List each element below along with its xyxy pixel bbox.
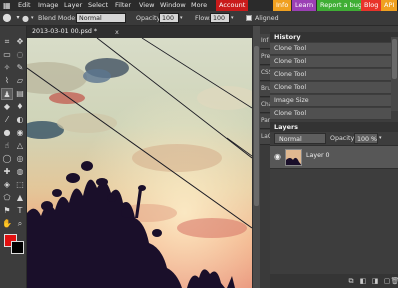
canvas-photo	[27, 38, 252, 288]
blend-mode-select[interactable]: Normal	[76, 13, 126, 23]
history-panel-title: History	[270, 32, 398, 42]
eye-icon[interactable]: ◉	[274, 152, 281, 161]
flow-dropdown-icon[interactable]: ▾	[231, 14, 234, 23]
chevron-down-icon[interactable]: ▾	[31, 14, 34, 23]
trash-icon[interactable]: 🗑	[390, 276, 398, 286]
dodge-icon[interactable]: ●	[1, 127, 13, 139]
menu-more[interactable]: More	[191, 0, 207, 11]
link-layers-icon[interactable]: ⧉	[346, 276, 356, 286]
drawing-icon[interactable]: ⬠	[1, 192, 13, 204]
aligned-label: Aligned	[255, 15, 279, 22]
pixlr-logo-icon[interactable]: ▦	[3, 0, 11, 11]
spot-heal-icon[interactable]: ✚	[1, 166, 13, 178]
opacity-input[interactable]: 100 %	[159, 13, 179, 32]
mask-icon[interactable]: ◨	[370, 276, 380, 286]
canvas-scrollbar[interactable]	[252, 26, 260, 288]
opacity-dropdown-icon[interactable]: ▾	[180, 14, 183, 23]
history-item[interactable]: Image Size	[270, 95, 391, 107]
eraser-icon[interactable]: ▱	[14, 75, 26, 87]
flow-input[interactable]: 100 %	[210, 13, 230, 32]
document-title: 2013-03-01 00.psd *	[32, 28, 98, 35]
blog-link[interactable]: Blog	[361, 0, 382, 11]
menu-select[interactable]: Select	[88, 0, 108, 11]
secondary-color-swatch[interactable]	[11, 241, 24, 254]
menu-window[interactable]: Window	[160, 0, 186, 11]
brush-size-icon[interactable]: ●	[22, 14, 29, 23]
gradient-icon[interactable]: ▤	[14, 88, 26, 100]
burn-icon[interactable]: ◉	[14, 127, 26, 139]
brush-icon[interactable]: ⌇	[1, 75, 13, 87]
bloat-icon[interactable]: ◍	[14, 166, 26, 178]
layer-thumbnail	[285, 149, 302, 166]
shape-icon[interactable]: ▲	[14, 192, 26, 204]
blur-icon[interactable]: ◯	[1, 153, 13, 165]
layer-style-icon[interactable]: ◧	[358, 276, 368, 286]
lasso-icon[interactable]: ◌	[14, 49, 26, 61]
clone-stamp-icon[interactable]: ⬤	[2, 13, 12, 23]
layer-opacity-dropdown-icon[interactable]: ▾	[379, 133, 382, 144]
history-item[interactable]: Clone Tool	[270, 56, 391, 68]
eyedropper-icon[interactable]: ⁄	[1, 114, 13, 126]
scrollbar-thumb[interactable]	[254, 46, 259, 206]
layers-panel-footer: ⧉ ◧ ◨ ▢ 🗑	[270, 274, 398, 288]
menu-image[interactable]: Image	[38, 0, 58, 11]
history-scrollbar[interactable]	[391, 37, 398, 111]
account-button[interactable]: Account	[216, 0, 249, 11]
layer-blend-select[interactable]: Normal	[274, 133, 326, 144]
menu-view[interactable]: View	[139, 0, 154, 11]
marquee-icon[interactable]: ▭	[1, 49, 13, 61]
report-bug-link[interactable]: Report a bug	[317, 0, 366, 11]
history-item[interactable]: Clone Tool	[270, 69, 391, 81]
api-link[interactable]: API	[381, 0, 398, 11]
close-icon[interactable]: x	[115, 26, 119, 38]
layer-opacity-input[interactable]: 100 %	[354, 133, 378, 144]
sponge-icon[interactable]: ◐	[14, 114, 26, 126]
opacity-label: Opacity:	[136, 15, 162, 22]
red-eye-icon[interactable]: ◎	[14, 153, 26, 165]
crop-icon[interactable]: ⌗	[1, 36, 13, 48]
type-icon[interactable]: T	[14, 205, 26, 217]
sharpen-icon[interactable]: △	[14, 140, 26, 152]
right-panels: History Clone Tool Clone Tool Clone Tool…	[270, 26, 398, 288]
menu-bar: ▦ Edit Image Layer Select Filter View Wi…	[0, 0, 398, 11]
layer-opacity-label: Opacity:	[330, 135, 356, 142]
clone-stamp-tool-icon[interactable]: ♟	[1, 88, 13, 100]
layer-row[interactable]: ◉ Layer 0	[270, 145, 398, 169]
menu-filter[interactable]: Filter	[115, 0, 131, 11]
layer-name: Layer 0	[306, 152, 330, 159]
learn-link[interactable]: Learn	[292, 0, 317, 11]
blend-mode-label: Blend Mode:	[38, 15, 78, 22]
drop-icon[interactable]: ♦	[14, 101, 26, 113]
pencil-icon[interactable]: ✎	[14, 62, 26, 74]
history-item[interactable]: Clone Tool	[270, 108, 391, 120]
move-icon[interactable]: ✥	[14, 36, 26, 48]
menu-edit[interactable]: Edit	[18, 0, 31, 11]
wand-icon[interactable]: ✧	[1, 62, 13, 74]
menu-layer[interactable]: Layer	[64, 0, 82, 11]
history-item[interactable]: Clone Tool	[270, 43, 391, 55]
info-link[interactable]: Info	[273, 0, 292, 11]
image-canvas[interactable]	[27, 38, 252, 288]
pinch-icon[interactable]: ◈	[1, 179, 13, 191]
bucket-icon[interactable]: ◆	[1, 101, 13, 113]
history-item[interactable]: Clone Tool	[270, 82, 391, 94]
stamp-icon[interactable]: ⚑	[1, 205, 13, 217]
hand-icon[interactable]: ✋	[1, 218, 13, 230]
tool-options-bar: ⬤ ▾ ● ▾ Blend Mode: Normal Opacity: 100 …	[0, 11, 398, 32]
zoom-icon[interactable]: ⌕	[14, 218, 26, 230]
history-scroll-thumb[interactable]	[392, 39, 397, 79]
aligned-checkbox[interactable]	[246, 15, 252, 21]
toolbox: ⌗ ✥ ▭ ◌ ✧ ✎ ⌇ ▱ ♟ ▤ ◆ ♦ ⁄ ◐ ● ◉ ☝ △ ◯ ◎ …	[0, 26, 27, 288]
smudge-icon[interactable]: ☝	[1, 140, 13, 152]
color-replace-icon[interactable]: ⬚	[14, 179, 26, 191]
layers-panel-title: Layers	[270, 122, 398, 132]
flow-label: Flow:	[195, 15, 212, 22]
document-tab[interactable]: 2013-03-01 00.psd * x	[27, 26, 252, 38]
